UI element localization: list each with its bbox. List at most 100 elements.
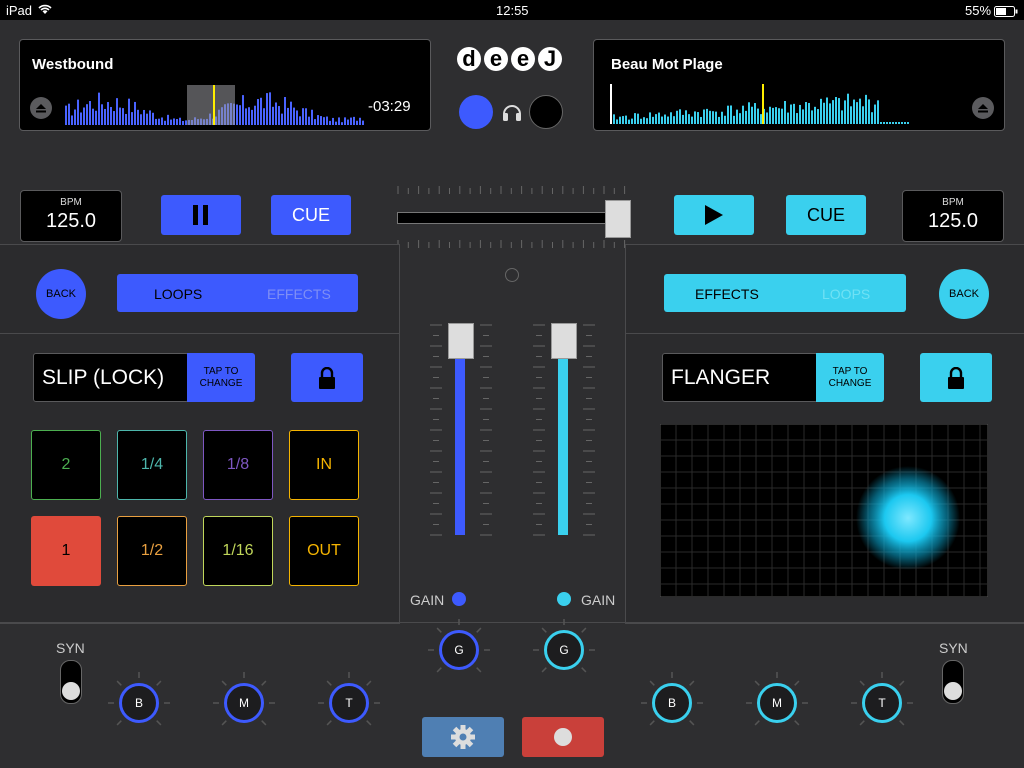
loop-pad[interactable]: 1/2 [117,516,187,586]
waveform-bar [742,105,744,124]
waveform-bar [682,114,684,124]
waveform-bar [646,118,648,124]
waveform-bar [619,116,621,124]
eject-icon[interactable] [30,97,52,119]
deck-b-display[interactable]: Beau Mot Plage [593,39,1005,131]
waveform-bar [350,117,352,125]
pause-button[interactable] [161,195,241,235]
tab-loops[interactable]: LOOPS [822,286,870,302]
tab-effects[interactable]: EFFECTS [695,286,759,302]
bpm-value: 125.0 [927,210,979,232]
deck-b-gain-knob[interactable]: G [544,630,584,670]
deck-a-waveform[interactable] [65,85,365,127]
deck-a-display[interactable]: Westbound -03:29 [19,39,431,131]
crossfader-handle[interactable] [605,200,631,238]
loop-pad[interactable]: 1/4 [117,430,187,500]
divider [626,333,1024,334]
bpm-label: BPM [942,197,964,208]
deck-a-eq-bass-knob[interactable]: B [119,683,159,723]
deck-b-fx-field[interactable]: FLANGER [662,353,818,402]
logo-letter: e [484,47,508,71]
waveform-bar [691,116,693,124]
waveform-bar [275,102,277,125]
status-bar: iPad 12:55 55% [0,0,1024,20]
waveform-bar [260,97,262,125]
loop-out-pad[interactable]: OUT [289,516,359,586]
deck-a-eq-mid-knob[interactable]: M [224,683,264,723]
waveform-bar [787,112,789,124]
waveform-bar [248,107,250,125]
deck-a-back-button[interactable]: BACK [36,269,86,319]
fx-name: SLIP (LOCK) [42,366,165,389]
deck-b-eq-mid-knob[interactable]: M [757,683,797,723]
deck-b-tap-to-change[interactable]: TAP TO CHANGE [816,353,884,402]
deck-b-lock-button[interactable] [920,353,992,402]
deck-a-lock-button[interactable] [291,353,363,402]
waveform-bar [326,116,328,125]
channel-b-fader-track[interactable] [558,347,568,535]
record-button[interactable] [522,717,604,757]
waveform-bar [170,119,172,125]
waveform-bar [272,106,274,125]
gain-label-b: GAIN [581,592,616,608]
waveform-bar [823,102,825,124]
loop-pad[interactable]: 2 [31,430,101,500]
knob-tick [261,680,267,686]
knob-tick [581,667,587,673]
waveform-bar [847,93,849,124]
app-logo: d e e J [457,47,562,71]
tab-effects[interactable]: EFFECTS [267,286,331,302]
waveform-bar [859,98,861,124]
waveform-bar [664,114,666,124]
loop-pad[interactable]: 1/16 [203,516,273,586]
waveform-bar [784,100,786,124]
waveform-bar [880,122,882,124]
play-button[interactable] [674,195,754,235]
channel-b-fader-handle[interactable] [551,323,577,359]
battery-label: 55% [965,3,992,18]
deck-b-eq-bass-knob[interactable]: B [652,683,692,723]
loop-pad-active[interactable]: 1 [31,516,101,586]
knob-tick [366,680,372,686]
deck-a-tabs[interactable]: LOOPS EFFECTS [117,274,358,312]
deck-a-eq-treble-knob[interactable]: T [329,683,369,723]
deck-b-bpm[interactable]: BPM 125.0 [902,190,1004,242]
waveform-bar [667,116,669,124]
deck-b-tabs[interactable]: EFFECTS LOOPS [664,274,906,312]
deck-b-back-button[interactable]: BACK [939,269,989,319]
deck-a-gain-knob[interactable]: G [439,630,479,670]
waveform-bar [802,109,804,124]
channel-a-fader-handle[interactable] [448,323,474,359]
effect-xy-pad[interactable] [660,424,988,597]
deck-b-waveform[interactable] [610,84,915,126]
loop-pad[interactable]: 1/8 [203,430,273,500]
waveform-bar [703,109,705,124]
deck-a-tap-to-change[interactable]: TAP TO CHANGE [187,353,255,402]
xy-touch-point[interactable] [856,466,960,570]
waveform-bar [721,111,723,124]
waveform-bar [149,110,151,125]
deck-a-fx-field[interactable]: SLIP (LOCK) [33,353,189,402]
crossfader-track[interactable] [397,212,631,224]
tab-loops[interactable]: LOOPS [154,286,202,302]
deck-b-cue-button[interactable]: CUE [786,195,866,235]
waveform-bar [775,107,777,124]
knob-tick [156,680,162,686]
waveform-bar [341,122,343,125]
eject-icon[interactable] [972,97,994,119]
lock-icon [948,366,964,389]
deck-a-cue-button[interactable]: CUE [271,195,351,235]
headphone-cue-a-button[interactable] [459,95,493,129]
knob-tick [436,667,442,673]
waveform-bar [242,95,244,125]
settings-button[interactable] [422,717,504,757]
deck-a-bpm[interactable]: BPM 125.0 [20,190,122,242]
channel-a-fader-track[interactable] [455,347,465,535]
deck-b-eq-treble-knob[interactable]: T [862,683,902,723]
knob-tick [326,680,332,686]
headphone-cue-b-button[interactable] [529,95,563,129]
waveform-bar [889,122,891,124]
waveform-bar [853,99,855,124]
loop-in-pad[interactable]: IN [289,430,359,500]
waveform-bar [107,102,109,125]
